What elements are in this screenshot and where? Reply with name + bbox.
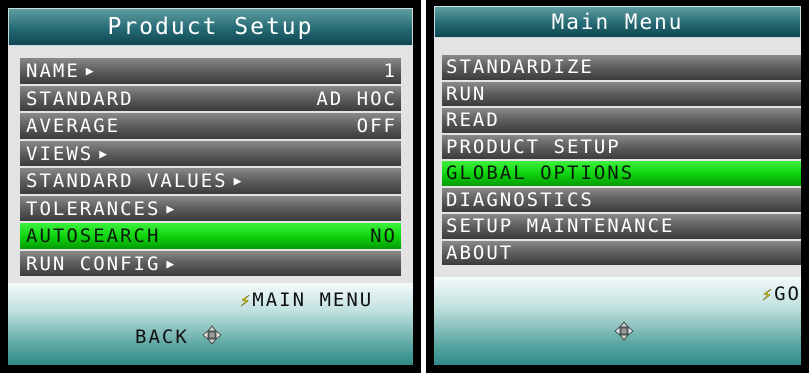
menu-item-product-setup[interactable]: PRODUCT SETUP <box>442 134 801 161</box>
menu-item-label: NAME <box>26 60 80 82</box>
menu-panel: STANDARDIZE RUN READ PRODUCT SETUP GLOBA… <box>434 38 801 278</box>
menu-item-label: STANDARDIZE <box>446 56 594 78</box>
menu-item-label: RUN <box>446 82 487 105</box>
menu-item-label: ABOUT <box>446 241 514 264</box>
softkey-label: MAIN MENU <box>252 289 374 311</box>
submenu-arrow-icon: ▶ <box>233 174 244 189</box>
menu-item-autosearch[interactable]: AUTOSEARCH NO <box>20 223 401 251</box>
back-softkey[interactable]: BACK <box>135 326 189 348</box>
menu-item-label: TOLERANCES <box>26 197 161 220</box>
dpad-icon <box>202 325 222 345</box>
softkey-label: GO <box>774 283 801 305</box>
menu-item-label: GLOBAL OPTIONS <box>446 162 635 184</box>
menu-item-about[interactable]: ABOUT <box>442 240 801 267</box>
menu-item-label: AUTOSEARCH <box>26 225 161 247</box>
menu-item-label: SETUP MAINTENANCE <box>446 215 675 237</box>
menu-item-value: NO <box>370 225 397 247</box>
menu-item-standard[interactable]: STANDARD AD HOC <box>20 85 401 113</box>
menu-item-value: OFF <box>356 115 397 137</box>
menu-item-read[interactable]: READ <box>442 108 801 135</box>
menu-item-views[interactable]: VIEWS ▶ <box>20 140 401 168</box>
menu-item-value: AD HOC <box>316 87 397 110</box>
menu-item-label: RUN CONFIG <box>26 252 161 275</box>
menu-item-label: DIAGNOSTICS <box>446 188 594 211</box>
product-setup-screen: Product Setup NAME ▶ 1 STANDARD AD HOC AV… <box>0 0 421 373</box>
menu-item-average[interactable]: AVERAGE OFF <box>20 113 401 141</box>
softkey-bar: ⚡GO <box>434 277 801 365</box>
softkey-bar: ⚡MAIN MENU BACK <box>8 283 413 365</box>
menu-item-global-options[interactable]: GLOBAL OPTIONS <box>442 161 801 188</box>
go-softkey[interactable]: ⚡GO <box>762 283 801 305</box>
submenu-arrow-icon: ▶ <box>85 64 96 79</box>
menu-item-run[interactable]: RUN <box>442 81 801 108</box>
menu-list: NAME ▶ 1 STANDARD AD HOC AVERAGE OFF VIEW… <box>8 58 413 278</box>
menu-item-run-config[interactable]: RUN CONFIG ▶ <box>20 250 401 278</box>
main-menu-softkey[interactable]: ⚡MAIN MENU <box>240 289 373 311</box>
dpad-icon <box>614 321 634 341</box>
menu-panel: NAME ▶ 1 STANDARD AD HOC AVERAGE OFF VIEW… <box>8 46 413 284</box>
submenu-arrow-icon: ▶ <box>166 256 177 272</box>
main-menu-screen: Main Menu STANDARDIZE RUN READ PRODUCT S… <box>426 0 809 373</box>
submenu-arrow-icon: ▶ <box>166 201 177 217</box>
menu-item-label: STANDARD <box>26 87 134 110</box>
menu-item-label: READ <box>446 109 500 131</box>
menu-item-label: VIEWS <box>26 142 94 165</box>
lightning-bolt-icon: ⚡ <box>240 291 253 312</box>
screen-title: Main Menu <box>434 6 801 38</box>
menu-item-label: STANDARD VALUES <box>26 170 228 192</box>
menu-item-diagnostics[interactable]: DIAGNOSTICS <box>442 187 801 214</box>
screen-title: Product Setup <box>8 8 413 46</box>
menu-item-standardize[interactable]: STANDARDIZE <box>442 55 801 82</box>
menu-item-name[interactable]: NAME ▶ 1 <box>20 58 401 86</box>
menu-list: STANDARDIZE RUN READ PRODUCT SETUP GLOBA… <box>434 55 801 267</box>
menu-item-label: PRODUCT SETUP <box>446 135 621 158</box>
softkey-label: BACK <box>135 326 189 348</box>
menu-item-setup-maintenance[interactable]: SETUP MAINTENANCE <box>442 214 801 241</box>
menu-item-label: AVERAGE <box>26 115 121 137</box>
menu-item-standard-values[interactable]: STANDARD VALUES ▶ <box>20 168 401 196</box>
lightning-bolt-icon: ⚡ <box>761 285 775 306</box>
menu-item-value: 1 <box>383 60 397 82</box>
menu-item-tolerances[interactable]: TOLERANCES ▶ <box>20 195 401 223</box>
submenu-arrow-icon: ▶ <box>99 146 110 162</box>
